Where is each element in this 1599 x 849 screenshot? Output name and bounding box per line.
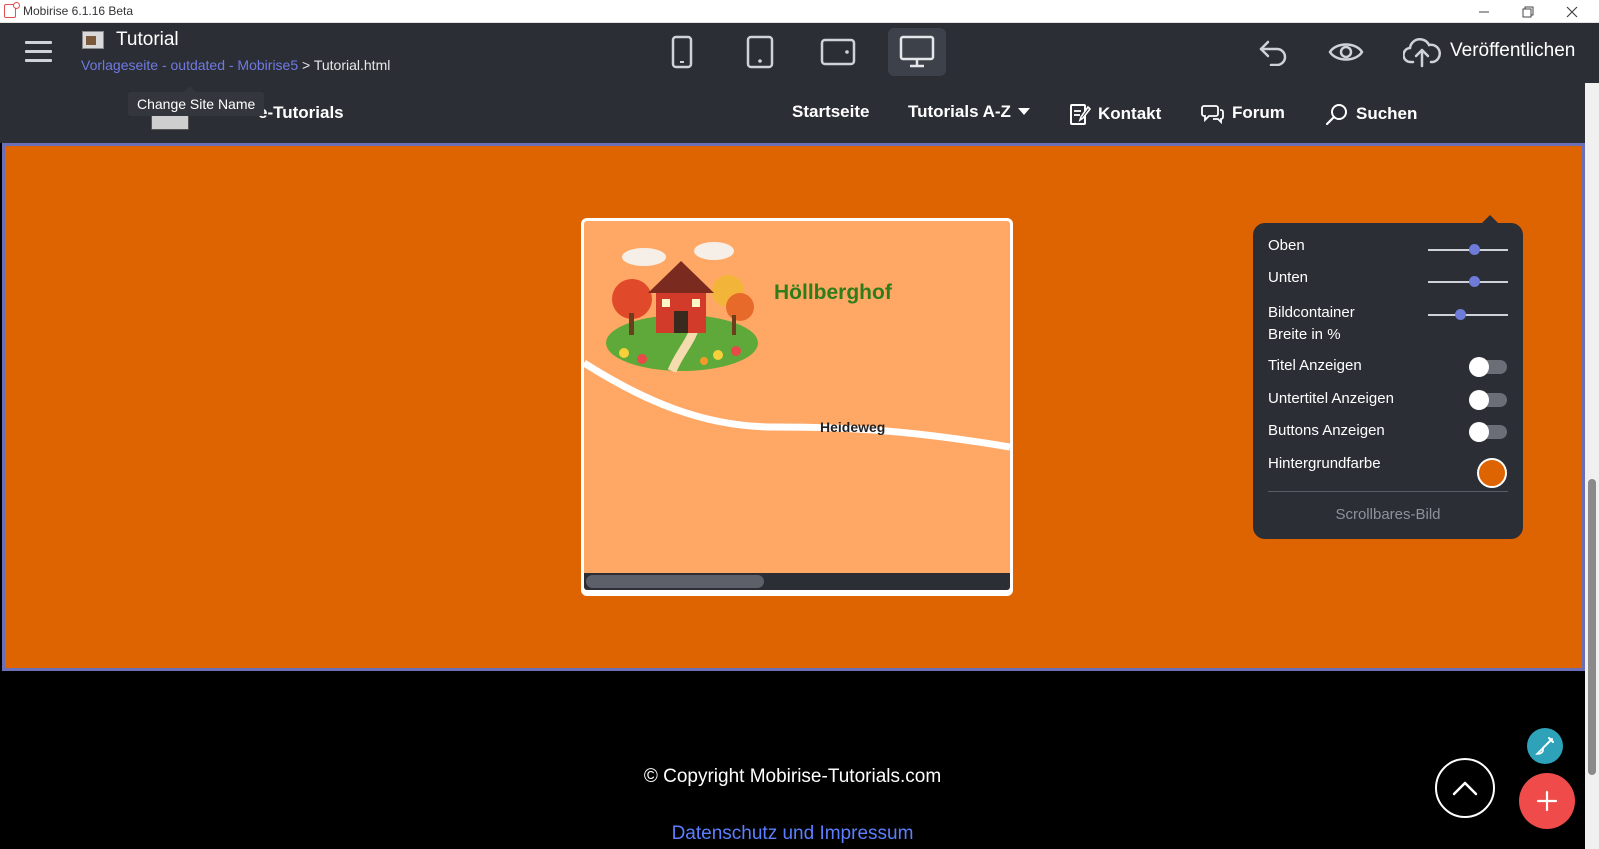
desktop-icon[interactable] bbox=[888, 28, 946, 76]
background-color-swatch[interactable] bbox=[1477, 458, 1507, 488]
search-icon bbox=[1325, 104, 1347, 126]
caret-down-icon bbox=[1017, 108, 1030, 115]
setting-oben-label: Oben bbox=[1268, 237, 1305, 254]
nav-item-label: Startseite bbox=[792, 102, 870, 121]
oben-slider[interactable] bbox=[1428, 244, 1508, 255]
window-title-bar: Mobirise 6.1.16 Beta bbox=[0, 0, 1599, 23]
privacy-link[interactable]: Datenschutz und Impressum bbox=[0, 823, 1585, 845]
nav-item-kontakt[interactable]: Kontakt bbox=[1069, 102, 1161, 126]
scroll-to-top-button[interactable] bbox=[1435, 758, 1495, 818]
settings-block-name: Scrollbares-Bild bbox=[1335, 506, 1441, 523]
nav-item-suchen[interactable]: Suchen bbox=[1325, 102, 1417, 126]
breadcrumb-page: Tutorial.html bbox=[313, 57, 391, 73]
brush-icon[interactable] bbox=[1527, 728, 1563, 764]
site-brand-name[interactable]: e-Tutorials bbox=[258, 103, 344, 123]
setting-hintergrundfarbe-label: Hintergrundfarbe bbox=[1268, 455, 1381, 472]
farm-illustration bbox=[584, 242, 1010, 451]
restore-icon[interactable] bbox=[1506, 0, 1550, 23]
image-scrollbar-thumb[interactable] bbox=[586, 575, 764, 588]
add-block-button[interactable] bbox=[1519, 773, 1575, 829]
close-icon[interactable] bbox=[1550, 0, 1594, 23]
plus-icon bbox=[1536, 790, 1558, 812]
minimize-icon[interactable] bbox=[1462, 0, 1506, 23]
image-container[interactable]: Höllberghof Heideweg bbox=[581, 218, 1013, 596]
setting-bildcontainer-label: Bildcontainer Breite in % bbox=[1268, 304, 1355, 343]
breadcrumb-separator: > bbox=[302, 57, 311, 73]
nav-item-forum[interactable]: Forum bbox=[1201, 102, 1285, 124]
slider-knob[interactable] bbox=[1469, 244, 1481, 255]
publish-button[interactable]: Veröffentlichen bbox=[1450, 40, 1575, 62]
window-title: Mobirise 6.1.16 Beta bbox=[23, 4, 134, 18]
image-road-label: Heideweg bbox=[820, 419, 886, 435]
settings-divider bbox=[1268, 491, 1508, 492]
setting-buttons-label: Buttons Anzeigen bbox=[1268, 422, 1385, 439]
edit-document-icon bbox=[1070, 104, 1091, 125]
window-scrollbar[interactable] bbox=[1585, 83, 1599, 849]
chevron-up-icon bbox=[1452, 781, 1478, 796]
nav-item-label: Forum bbox=[1232, 103, 1285, 122]
site-title[interactable]: Tutorial bbox=[116, 29, 179, 51]
nav-item-startseite[interactable]: Startseite bbox=[792, 102, 869, 122]
setting-unten-label: Unten bbox=[1268, 269, 1309, 286]
breadcrumb-project-link[interactable]: Vorlageseite - outdated - Mobirise5 bbox=[81, 57, 298, 73]
buttons-toggle[interactable] bbox=[1469, 422, 1507, 442]
breadcrumb: Vorlageseite - outdated - Mobirise5 > Tu… bbox=[81, 57, 390, 73]
slider-knob[interactable] bbox=[1455, 309, 1466, 320]
editor-toolbar: Tutorial Vorlageseite - outdated - Mobir… bbox=[0, 23, 1599, 83]
change-site-name-tooltip: Change Site Name bbox=[128, 86, 265, 116]
slider-knob[interactable] bbox=[1469, 276, 1481, 287]
mobirise-app-icon bbox=[4, 2, 20, 18]
tablet-portrait-icon[interactable] bbox=[731, 28, 789, 76]
chat-bubbles-icon bbox=[1201, 105, 1224, 124]
image-title-text: Höllberghof bbox=[774, 281, 892, 304]
nav-item-label: Kontakt bbox=[1098, 104, 1162, 123]
titel-toggle[interactable] bbox=[1469, 357, 1507, 377]
untertitel-toggle[interactable] bbox=[1469, 390, 1507, 410]
nav-item-label: Suchen bbox=[1356, 104, 1418, 123]
cloud-upload-icon[interactable] bbox=[1402, 35, 1442, 69]
nav-item-label: Tutorials A-Z bbox=[908, 102, 1011, 121]
nav-item-tutorials[interactable]: Tutorials A-Z bbox=[908, 102, 1030, 122]
undo-icon[interactable] bbox=[1256, 35, 1290, 69]
site-thumbnail-icon[interactable] bbox=[82, 31, 104, 49]
eye-icon[interactable] bbox=[1326, 35, 1366, 69]
hamburger-menu-icon[interactable] bbox=[25, 41, 52, 63]
tablet-landscape-icon[interactable] bbox=[809, 28, 867, 76]
scrollable-image[interactable]: Höllberghof Heideweg bbox=[584, 221, 1010, 573]
setting-untertitel-label: Untertitel Anzeigen bbox=[1268, 390, 1394, 407]
bildcontainer-width-slider[interactable] bbox=[1428, 309, 1508, 320]
copyright-text: © Copyright Mobirise-Tutorials.com bbox=[643, 766, 942, 787]
block-settings-panel: Oben Unten Bildcontainer Breite in % Tit… bbox=[1253, 215, 1523, 539]
phone-portrait-icon[interactable] bbox=[653, 28, 711, 76]
unten-slider[interactable] bbox=[1428, 276, 1508, 287]
window-scrollbar-thumb[interactable] bbox=[1588, 479, 1596, 775]
site-footer: © Copyright Mobirise-Tutorials.com Daten… bbox=[0, 671, 1585, 849]
setting-titel-label: Titel Anzeigen bbox=[1268, 357, 1362, 374]
image-horizontal-scrollbar[interactable] bbox=[584, 573, 1010, 590]
